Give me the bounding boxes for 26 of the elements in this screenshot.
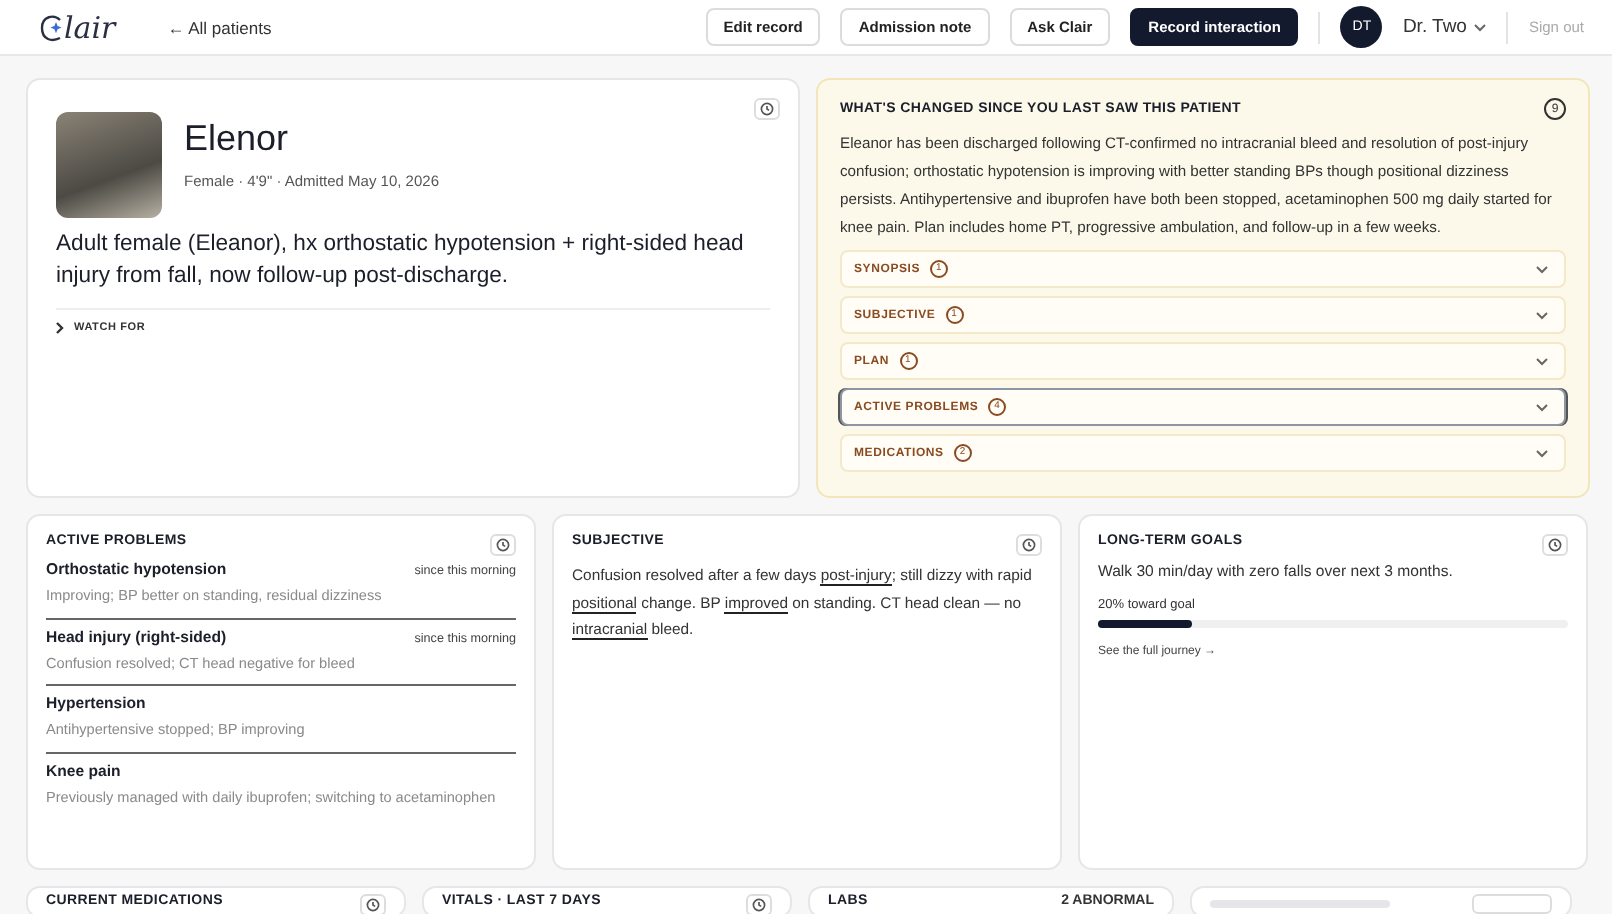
user-menu-button[interactable]: Dr. Two <box>1402 16 1487 38</box>
clock-icon <box>1548 538 1562 552</box>
clock-icon <box>496 538 510 552</box>
chevron-down-icon <box>1536 265 1548 273</box>
clock-icon <box>366 898 380 912</box>
clock-icon <box>760 102 774 116</box>
history-button[interactable] <box>746 894 772 914</box>
logo-text: lair <box>64 9 116 45</box>
history-button[interactable] <box>490 534 516 556</box>
patient-name: Elenor <box>184 118 291 160</box>
photo-placeholder <box>56 112 162 218</box>
chevron-down-icon <box>1536 403 1548 411</box>
history-button[interactable] <box>754 98 780 120</box>
clock-icon <box>1022 538 1036 552</box>
history-button[interactable] <box>1016 534 1042 556</box>
history-button[interactable] <box>360 894 386 914</box>
logo-mark-icon <box>40 13 64 41</box>
clock-icon <box>752 898 766 912</box>
chevron-down-icon <box>1536 357 1548 365</box>
patient-summary: Adult female (Eleanor), hx orthostatic hypotension + right-sided head injury from fall, now follow-up post-discharge. <box>56 230 746 291</box>
chevron-down-icon <box>1536 449 1548 457</box>
history-button[interactable] <box>1542 534 1568 556</box>
chevron-down-icon <box>1536 311 1548 319</box>
chevron-right-icon <box>56 322 64 334</box>
all-patients-link[interactable]: ← All patients <box>167 17 272 37</box>
chevron-down-icon <box>1474 23 1487 31</box>
